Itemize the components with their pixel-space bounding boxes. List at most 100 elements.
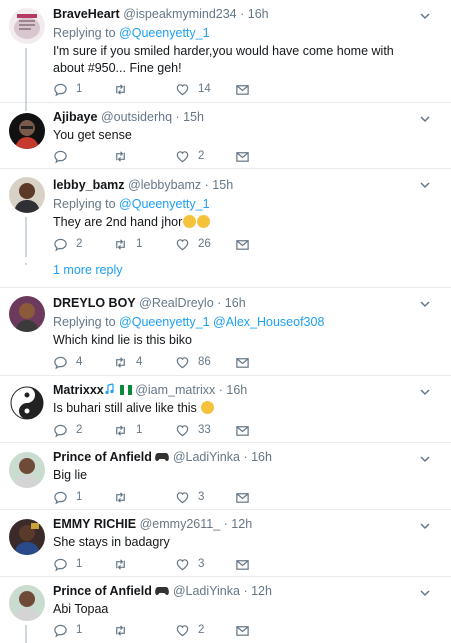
timestamp[interactable]: · 15h (205, 178, 234, 192)
mention-link[interactable]: @Queenyetty_1 (119, 197, 210, 211)
reply-button[interactable]: 4 (53, 353, 82, 371)
dm-button[interactable] (235, 488, 250, 506)
avatar[interactable] (9, 296, 45, 332)
dm-button[interactable] (235, 235, 250, 253)
like-button[interactable]: 33 (175, 421, 211, 439)
thread-line (25, 103, 27, 111)
user-handle[interactable]: @ispeakmymind234 (123, 7, 236, 21)
reply-button[interactable]: 1 (53, 555, 82, 573)
display-name[interactable]: Matrixxx (53, 383, 104, 397)
dm-button[interactable] (235, 621, 250, 639)
tweet-lebby-bamz[interactable]: lebby_bamz @lebbybamz · 15h Replying to … (0, 169, 451, 288)
mention-link[interactable]: @Queenyetty_1 (119, 26, 210, 40)
like-button[interactable]: 2 (175, 621, 204, 639)
avatar[interactable] (9, 113, 45, 149)
like-count: 2 (198, 624, 205, 636)
user-handle[interactable]: @RealDreylo (139, 296, 214, 310)
reply-button[interactable]: 2 (53, 421, 82, 439)
dm-button[interactable] (235, 353, 250, 371)
timestamp[interactable]: · 16h (240, 7, 269, 21)
retweet-button[interactable]: 4 (113, 353, 142, 371)
display-name[interactable]: Ajibaye (53, 110, 97, 124)
chevron-down-icon[interactable] (419, 587, 431, 599)
display-name[interactable]: DREYLO BOY (53, 296, 136, 310)
timestamp[interactable]: · 16h (219, 383, 248, 397)
user-handle[interactable]: @lebbybamz (128, 178, 201, 192)
timestamp[interactable]: · 12h (243, 584, 272, 598)
avatar[interactable] (9, 585, 45, 621)
avatar[interactable] (9, 177, 45, 213)
envelope-icon (236, 492, 249, 503)
tweet-text: Which kind lie is this biko (53, 333, 192, 347)
dm-button[interactable] (235, 555, 250, 573)
display-name[interactable]: Prince of Anfield (53, 584, 152, 598)
chevron-down-icon[interactable] (419, 179, 431, 191)
tweet-actions: 1 3 (53, 488, 313, 506)
tweet-ajibaye[interactable]: Ajibaye @outsiderhq · 15h You get sense … (0, 103, 451, 169)
chevron-down-icon[interactable] (419, 113, 431, 125)
reply-count: 1 (76, 83, 83, 95)
like-button[interactable]: 3 (175, 488, 204, 506)
user-handle[interactable]: @outsiderhq (101, 110, 172, 124)
display-name[interactable]: EMMY RICHIE (53, 517, 136, 531)
mention-link[interactable]: @Alex_Houseof308 (213, 315, 324, 329)
reply-icon (54, 424, 67, 437)
display-name[interactable]: Prince of Anfield (53, 450, 152, 464)
reply-button[interactable] (53, 147, 76, 165)
chevron-down-icon[interactable] (419, 298, 431, 310)
retweet-button[interactable] (113, 488, 136, 506)
reply-icon (54, 356, 67, 369)
avatar[interactable] (9, 8, 45, 44)
display-name[interactable]: lebby_bamz (53, 178, 125, 192)
retweet-button[interactable]: 1 (113, 421, 142, 439)
retweet-button[interactable]: 1 (113, 235, 142, 253)
retweet-button[interactable] (113, 147, 136, 165)
dm-button[interactable] (235, 147, 250, 165)
reply-button[interactable]: 2 (53, 235, 82, 253)
like-button[interactable]: 3 (175, 555, 204, 573)
tweet-prince-of-anfield[interactable]: Prince of Anfield @LadiYinka · 16h Big l… (0, 443, 451, 510)
timestamp[interactable]: · 16h (243, 450, 272, 464)
avatar[interactable] (9, 519, 45, 555)
more-replies-link[interactable]: 1 more reply (53, 263, 122, 277)
tweet-dreylo-boy[interactable]: DREYLO BOY @RealDreylo · 16h Replying to… (0, 288, 451, 376)
tweet-emmy-richie[interactable]: EMMY RICHIE @emmy2611_ · 12h She stays i… (0, 510, 451, 577)
retweet-button[interactable] (113, 621, 136, 639)
timestamp[interactable]: · 15h (176, 110, 205, 124)
tweet-braveheart[interactable]: BraveHeart @ispeakmymind234 · 16h Replyi… (0, 0, 451, 103)
chevron-down-icon[interactable] (419, 520, 431, 532)
like-button[interactable]: 2 (175, 147, 204, 165)
tweet-actions: 1 14 (53, 80, 313, 98)
like-button[interactable]: 26 (175, 235, 211, 253)
timestamp[interactable]: · 12h (224, 517, 253, 531)
dm-button[interactable] (235, 80, 250, 98)
timestamp[interactable]: · 16h (217, 296, 246, 310)
replying-to: Replying to @Queenyetty_1 (53, 26, 210, 40)
reply-button[interactable]: 1 (53, 621, 82, 639)
retweet-button[interactable] (113, 555, 136, 573)
tweet-actions: 2 1 26 (53, 235, 313, 253)
retweet-button[interactable] (113, 80, 136, 98)
mention-link[interactable]: @Queenyetty_1 (119, 315, 210, 329)
reply-button[interactable]: 1 (53, 80, 82, 98)
heart-icon (176, 150, 189, 162)
avatar[interactable] (9, 452, 45, 488)
reply-count: 4 (76, 356, 83, 368)
chevron-down-icon[interactable] (419, 10, 431, 22)
chevron-down-icon[interactable] (419, 453, 431, 465)
chevron-down-icon[interactable] (419, 386, 431, 398)
envelope-icon (236, 239, 249, 250)
heart-icon (176, 424, 189, 436)
avatar[interactable] (9, 385, 45, 421)
like-button[interactable]: 86 (175, 353, 211, 371)
user-handle[interactable]: @LadiYinka (173, 584, 240, 598)
user-handle[interactable]: @LadiYinka (173, 450, 240, 464)
like-button[interactable]: 14 (175, 80, 211, 98)
user-handle[interactable]: @iam_matrixx (135, 383, 215, 397)
dm-button[interactable] (235, 421, 250, 439)
display-name[interactable]: BraveHeart (53, 7, 120, 21)
reply-button[interactable]: 1 (53, 488, 82, 506)
tweet-prince-of-anfield-2[interactable]: Prince of Anfield @LadiYinka · 12h Abi T… (0, 577, 451, 643)
tweet-matrixxx[interactable]: Matrixxx @iam_matrixx · 16h Is buhari st… (0, 376, 451, 443)
user-handle[interactable]: @emmy2611_ (140, 517, 221, 531)
